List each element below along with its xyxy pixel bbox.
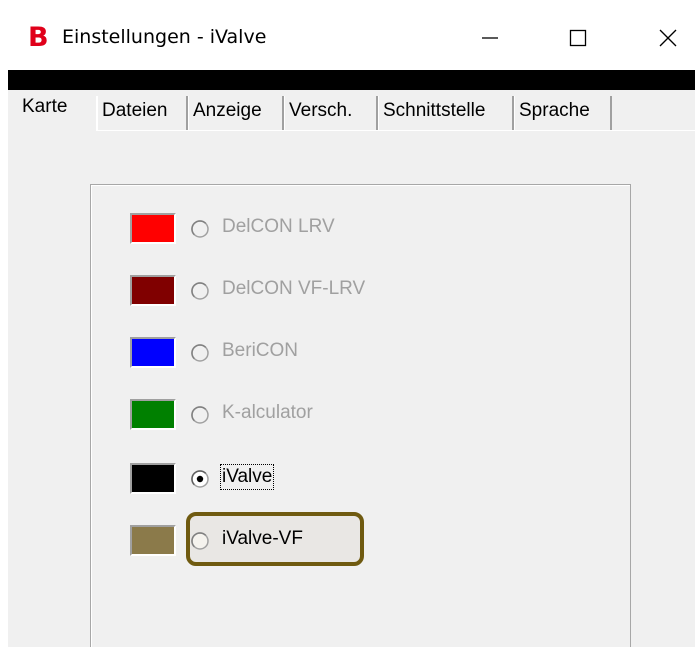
tab-dateien[interactable]: Dateien [96, 96, 188, 130]
tab-label: Karte [22, 96, 68, 117]
tab-label: Versch. [289, 100, 353, 121]
minimize-icon [482, 37, 498, 39]
color-swatch [130, 275, 176, 306]
color-swatch [130, 213, 176, 244]
radio-button[interactable] [190, 343, 210, 363]
option-k-alculator[interactable]: K-alculator [130, 399, 430, 433]
minimize-button[interactable] [468, 18, 512, 58]
color-swatch [130, 463, 176, 494]
tab-label: Anzeige [193, 100, 262, 121]
option-label: K-alculator [222, 402, 313, 423]
radio-button-selected[interactable] [190, 469, 210, 489]
option-delcon-lrv[interactable]: DelCON LRV [130, 213, 430, 247]
option-ivalve-vf[interactable]: iValve-VF [130, 525, 430, 559]
window-title: Einstellungen - iValve [62, 26, 267, 48]
tab-karte[interactable]: Karte [18, 92, 88, 126]
tab-label: Schnittstelle [383, 100, 486, 121]
tab-divider [96, 130, 695, 131]
tab-label: Dateien [102, 100, 168, 121]
close-button[interactable] [646, 18, 690, 58]
tab-anzeige[interactable]: Anzeige [188, 96, 284, 130]
tab-sprache[interactable]: Sprache [514, 96, 612, 130]
option-label: DelCON VF-LRV [222, 278, 366, 299]
option-label: iValve-VF [222, 528, 303, 549]
color-swatch [130, 337, 176, 368]
maximize-button[interactable] [556, 18, 600, 58]
tab-versch[interactable]: Versch. [284, 96, 378, 130]
radio-button[interactable] [190, 405, 210, 425]
option-label: DelCON LRV [222, 216, 335, 237]
color-swatch [130, 525, 176, 556]
option-delcon-vf-lrv[interactable]: DelCON VF-LRV [130, 275, 430, 309]
close-icon [659, 29, 677, 47]
tab-schnittstelle[interactable]: Schnittstelle [378, 96, 514, 130]
maximize-icon [569, 29, 587, 47]
settings-window: B Einstellungen - iValve Karte Dateien A… [8, 8, 695, 647]
menu-strip [8, 70, 695, 90]
option-ivalve[interactable]: iValve [130, 463, 430, 497]
option-label: BeriCON [222, 340, 299, 361]
radio-button[interactable] [190, 531, 210, 551]
title-bar[interactable]: B Einstellungen - iValve [8, 8, 695, 70]
radio-button[interactable] [190, 219, 210, 239]
option-label: iValve [219, 464, 275, 490]
tab-strip: Karte Dateien Anzeige Versch. Schnittste… [8, 90, 695, 132]
radio-button[interactable] [190, 281, 210, 301]
color-swatch [130, 399, 176, 430]
app-logo-icon: B [28, 22, 49, 53]
option-bericon[interactable]: BeriCON [130, 337, 430, 371]
tab-label: Sprache [519, 100, 590, 121]
